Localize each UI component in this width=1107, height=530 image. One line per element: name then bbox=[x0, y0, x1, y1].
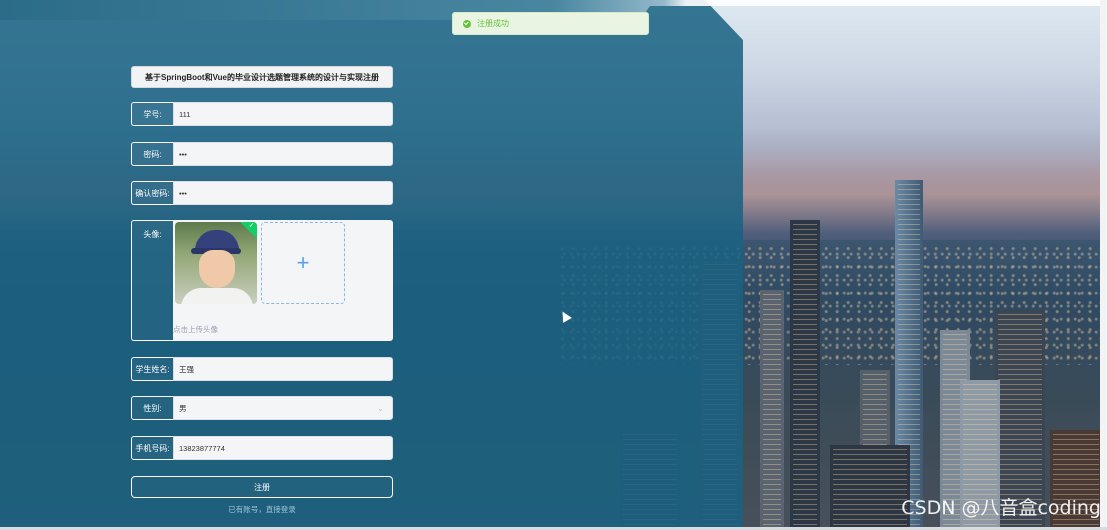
confirm-password-field[interactable]: ••• bbox=[173, 181, 393, 205]
gender-select[interactable]: 男 ⌄ bbox=[173, 396, 393, 420]
gender-row: 性别: 男 ⌄ bbox=[131, 396, 393, 420]
password-row: 密码: ••• bbox=[131, 142, 393, 166]
confirm-password-row: 确认密码: ••• bbox=[131, 181, 393, 205]
phone-input[interactable] bbox=[179, 443, 392, 453]
phone-field[interactable] bbox=[173, 436, 393, 460]
student-id-input[interactable] bbox=[179, 109, 392, 119]
avatar-photo-shirt bbox=[181, 288, 253, 304]
gender-value: 男 bbox=[179, 403, 187, 413]
check-icon: ✓ bbox=[239, 222, 257, 239]
student-name-field[interactable] bbox=[173, 357, 393, 381]
success-toast: 注册成功 bbox=[452, 12, 649, 35]
toast-message: 注册成功 bbox=[477, 19, 509, 28]
uploaded-avatar-image[interactable]: ✓ bbox=[175, 222, 257, 304]
student-id-row: 学号: bbox=[131, 102, 393, 126]
success-icon bbox=[463, 19, 471, 28]
password-input[interactable]: ••• bbox=[179, 150, 187, 159]
page-title: 基于SpringBoot和Vue的毕业设计选题管理系统的设计与实现注册 bbox=[131, 66, 393, 88]
password-label: 密码: bbox=[131, 142, 173, 166]
phone-row: 手机号码: bbox=[131, 436, 393, 460]
student-name-row: 学生姓名: bbox=[131, 357, 393, 381]
login-link[interactable]: 已有账号，直接登录 bbox=[131, 504, 393, 515]
gender-label: 性别: bbox=[131, 396, 173, 420]
avatar-upload-button[interactable]: + bbox=[261, 222, 345, 304]
window-edge bbox=[1100, 0, 1107, 530]
plus-icon: + bbox=[296, 250, 310, 275]
password-field[interactable]: ••• bbox=[173, 142, 393, 166]
watermark: CSDN @八音盒coding bbox=[901, 497, 1101, 519]
avatar-row: 头像: ✓ + 点击上传头像 bbox=[131, 220, 393, 341]
confirm-password-input[interactable]: ••• bbox=[179, 189, 187, 198]
avatar-photo-face bbox=[199, 250, 235, 288]
avatar-label: 头像: bbox=[131, 220, 173, 341]
chevron-down-icon: ⌄ bbox=[377, 403, 384, 413]
student-name-input[interactable] bbox=[179, 364, 392, 374]
avatar-upload-area: ✓ + 点击上传头像 bbox=[173, 220, 393, 341]
student-name-label: 学生姓名: bbox=[131, 357, 173, 381]
building bbox=[830, 445, 910, 530]
confirm-password-label: 确认密码: bbox=[131, 181, 173, 205]
building bbox=[790, 220, 820, 530]
student-id-field[interactable] bbox=[173, 102, 393, 126]
avatar-upload-tip: 点击上传头像 bbox=[173, 325, 218, 334]
student-id-label: 学号: bbox=[131, 102, 173, 126]
building bbox=[760, 290, 784, 530]
phone-label: 手机号码: bbox=[131, 436, 173, 460]
register-button[interactable]: 注册 bbox=[131, 476, 393, 498]
